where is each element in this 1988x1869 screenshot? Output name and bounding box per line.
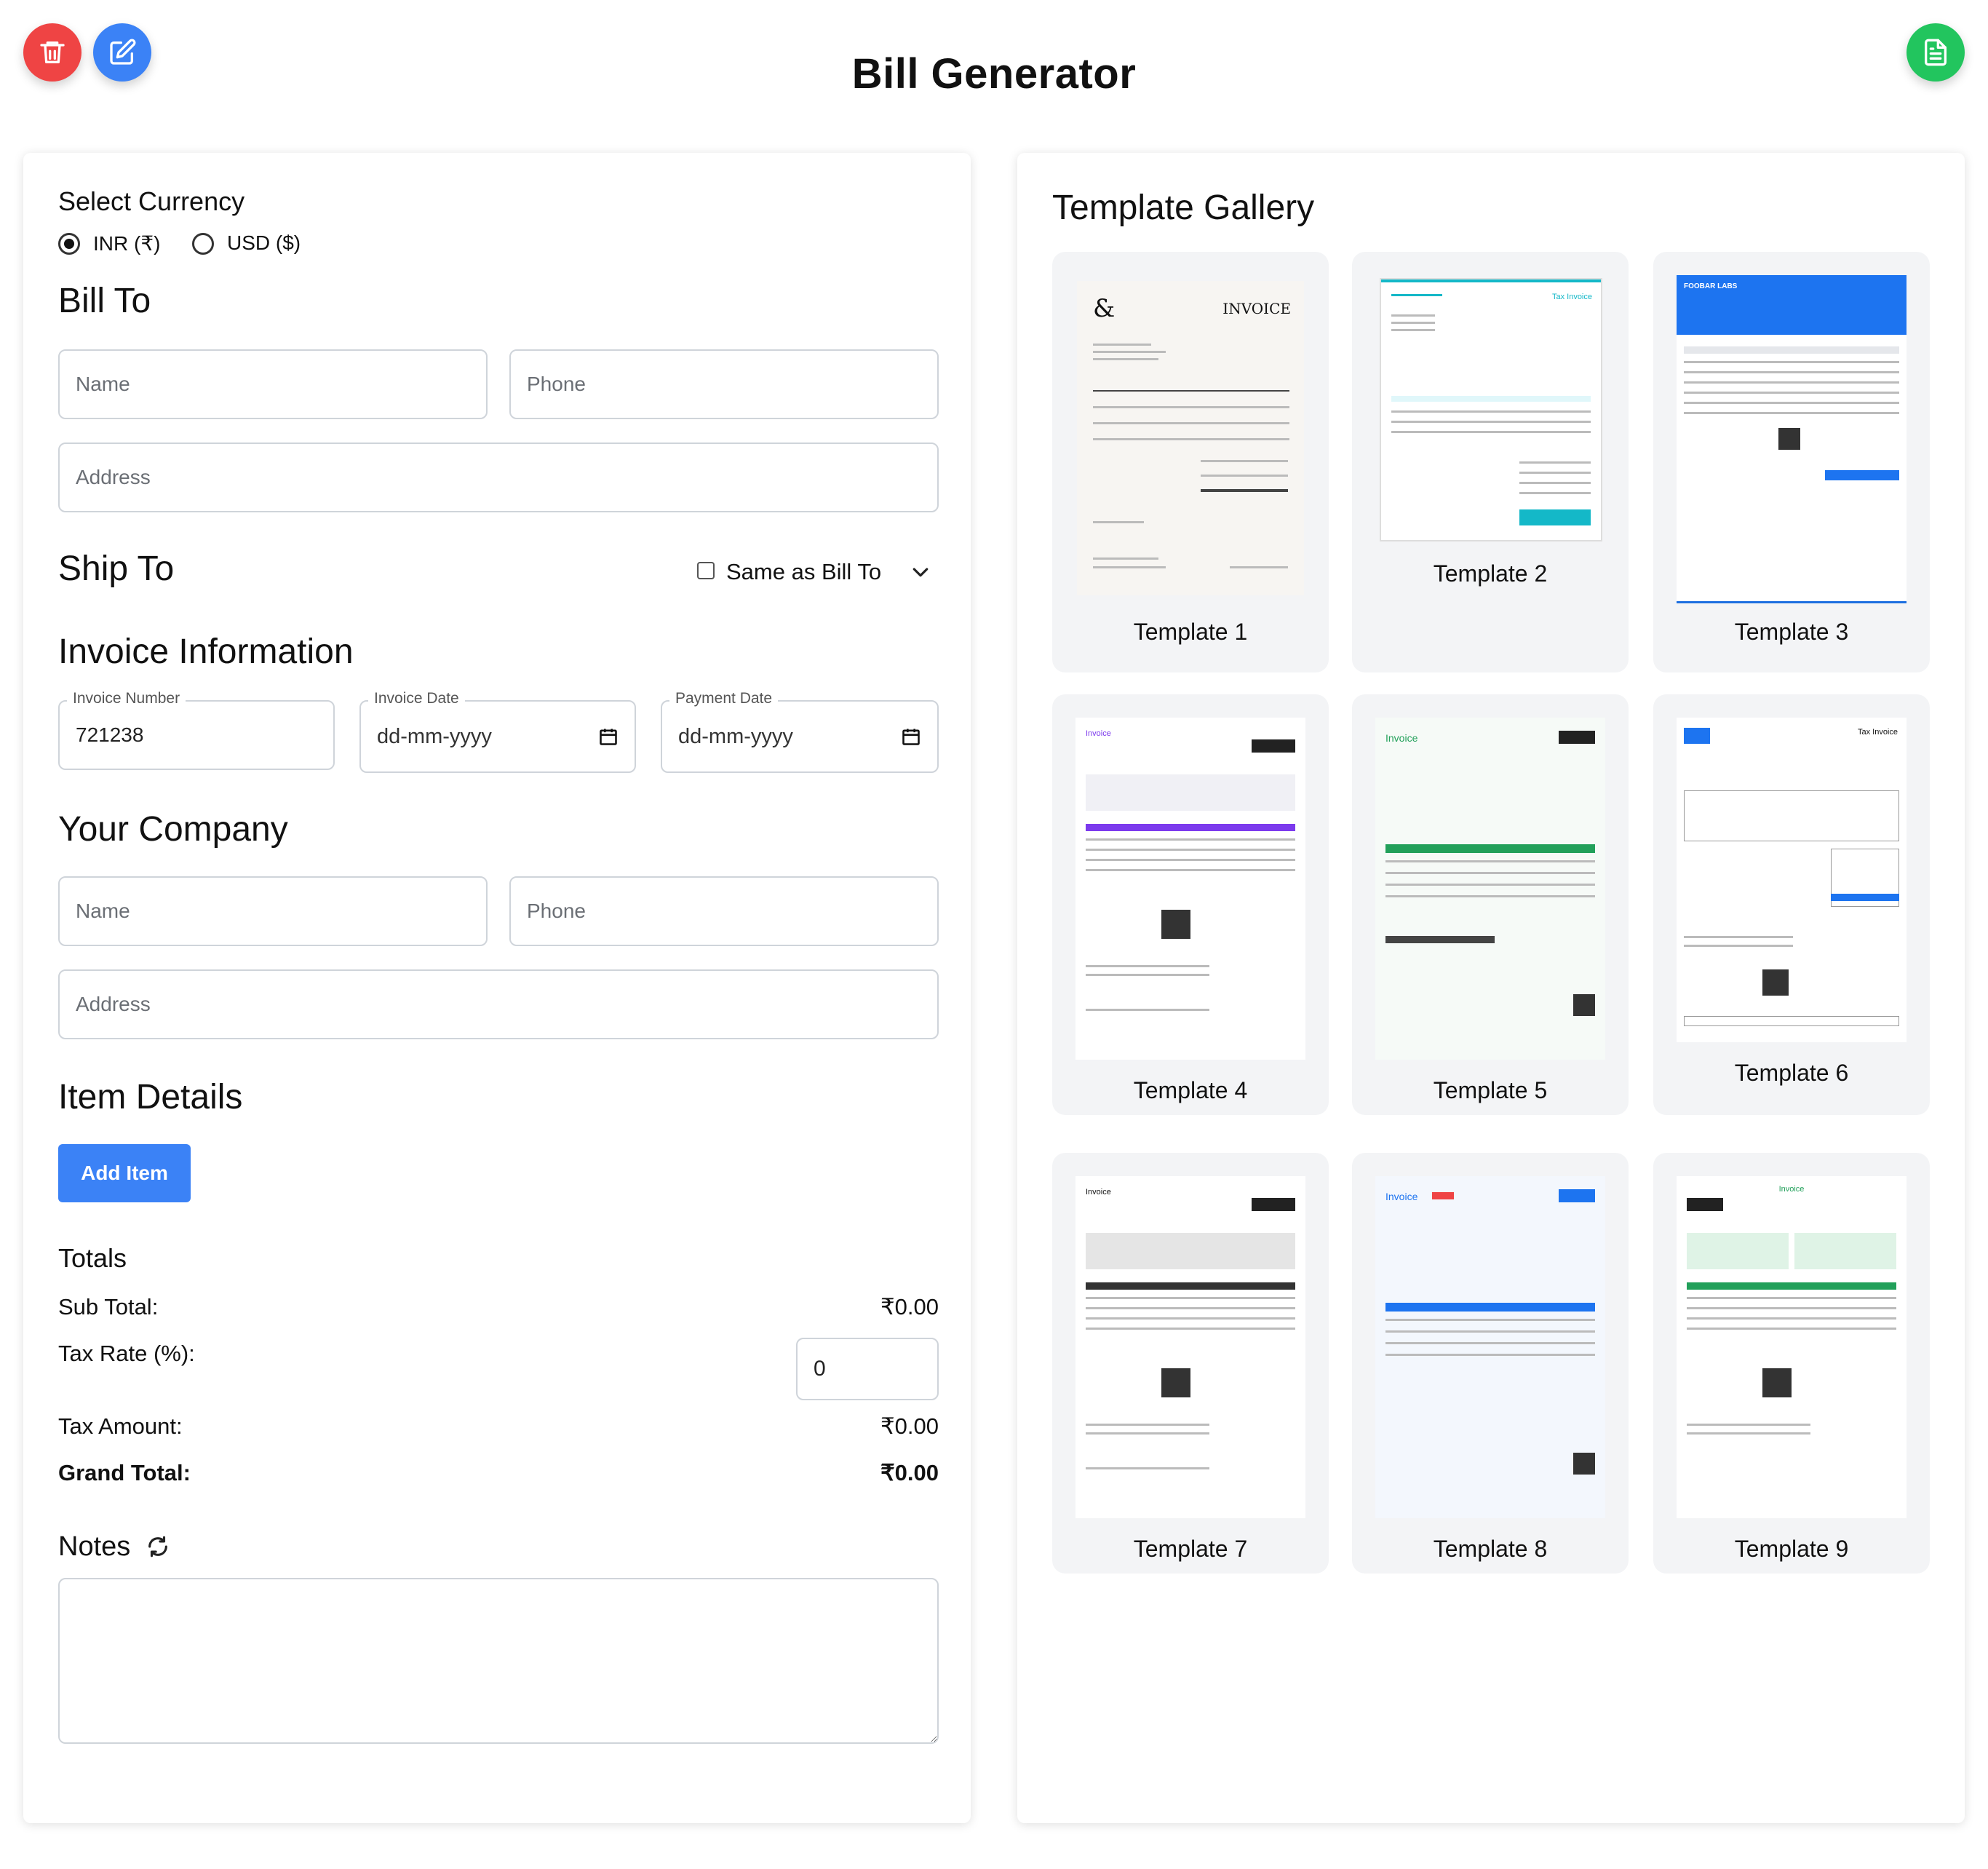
template-thumbnail: Invoice <box>1075 1176 1305 1518</box>
page-title: Bill Generator <box>851 50 1137 98</box>
thumb-title: Invoice <box>1086 1188 1111 1197</box>
template-label: Template 4 <box>1133 1077 1248 1103</box>
ampersand-logo: & <box>1093 294 1116 323</box>
template-card-6[interactable]: Tax Invoice Template 6 <box>1653 694 1930 1115</box>
tax-amount-label: Tax Amount: <box>58 1413 183 1439</box>
payment-date-label: Payment Date <box>669 690 779 707</box>
invoice-info-heading: Invoice Information <box>58 632 354 671</box>
thumb-title: Tax Invoice <box>1857 728 1898 737</box>
subtotal-label: Sub Total: <box>58 1294 159 1320</box>
thumb-title: Invoice <box>1086 729 1111 738</box>
thumb-title: INVOICE <box>1222 300 1291 317</box>
template-thumbnail: Tax Invoice <box>1380 278 1602 541</box>
currency-usd-radio[interactable] <box>192 233 214 255</box>
currency-inr-radio[interactable] <box>58 233 80 255</box>
template-card-5[interactable]: Invoice Template 5 <box>1352 694 1629 1115</box>
item-details-heading: Item Details <box>58 1078 243 1116</box>
bill-to-phone-input[interactable] <box>509 349 939 419</box>
bill-to-name-input[interactable] <box>58 349 488 419</box>
template-card-9[interactable]: Invoice Template 9 <box>1653 1153 1930 1574</box>
add-item-button[interactable]: Add Item <box>58 1144 191 1202</box>
template-card-4[interactable]: Invoice Template 4 <box>1052 694 1329 1115</box>
bill-to-address-input[interactable] <box>58 443 939 512</box>
template-label: Template 5 <box>1433 1077 1548 1103</box>
thumb-title: Tax Invoice <box>1551 293 1592 301</box>
template-thumbnail: Invoice <box>1677 1176 1907 1518</box>
template-thumbnail: FOOBAR LABS <box>1677 275 1907 603</box>
invoice-date-label: Invoice Date <box>368 690 465 707</box>
template-label: Template 1 <box>1133 619 1248 645</box>
company-address-input[interactable] <box>58 969 939 1039</box>
template-thumbnail: Invoice <box>1375 1176 1605 1518</box>
grand-total-label: Grand Total: <box>58 1460 191 1485</box>
template-card-2[interactable]: Tax Invoice Template 2 <box>1352 252 1629 672</box>
tax-rate-input[interactable]: 0 <box>796 1338 939 1400</box>
payment-date-input[interactable]: dd-mm-yyyy <box>661 700 939 773</box>
template-card-8[interactable]: Invoice Template 8 <box>1352 1153 1629 1574</box>
thumb-title: FOOBAR LABS <box>1684 282 1738 290</box>
thumb-title: Invoice <box>1385 1191 1418 1202</box>
gallery-heading: Template Gallery <box>1052 189 1315 227</box>
grand-total-value: ₹0.00 <box>880 1460 939 1485</box>
invoice-number-input[interactable]: 721238 <box>58 700 335 770</box>
totals-heading: Totals <box>58 1243 127 1273</box>
template-label: Template 7 <box>1133 1536 1248 1562</box>
template-label: Template 3 <box>1734 619 1849 645</box>
template-label: Template 9 <box>1734 1536 1849 1562</box>
template-thumbnail: & INVOICE <box>1077 281 1304 595</box>
template-thumbnail: Invoice <box>1375 718 1605 1060</box>
invoice-date-value: dd-mm-yyyy <box>377 724 492 748</box>
tax-amount-value: ₹0.00 <box>880 1413 939 1439</box>
bill-to-heading: Bill To <box>58 282 151 320</box>
invoice-date-input[interactable]: dd-mm-yyyy <box>359 700 636 773</box>
currency-usd-label: USD ($) <box>227 231 301 254</box>
calendar-icon[interactable] <box>901 726 921 747</box>
template-card-7[interactable]: Invoice Template 7 <box>1052 1153 1329 1574</box>
calendar-icon[interactable] <box>598 726 619 747</box>
refresh-icon[interactable] <box>146 1534 170 1559</box>
template-label: Template 8 <box>1433 1536 1548 1562</box>
subtotal-value: ₹0.00 <box>880 1294 939 1320</box>
thumb-title: Invoice <box>1778 1185 1805 1194</box>
template-label: Template 6 <box>1734 1060 1849 1086</box>
template-thumbnail: Tax Invoice <box>1677 718 1907 1042</box>
currency-inr-label: INR (₹) <box>93 232 161 255</box>
same-as-bill-to-label: Same as Bill To <box>726 559 882 584</box>
thumb-title: Invoice <box>1385 732 1418 744</box>
notes-heading: Notes <box>58 1531 131 1562</box>
same-as-bill-to-checkbox[interactable] <box>697 562 715 579</box>
template-card-1[interactable]: & INVOICE Template 1 <box>1052 252 1329 672</box>
company-phone-input[interactable] <box>509 876 939 946</box>
company-name-input[interactable] <box>58 876 488 946</box>
payment-date-value: dd-mm-yyyy <box>678 724 793 748</box>
template-thumbnail: Invoice <box>1075 718 1305 1060</box>
ship-to-heading: Ship To <box>58 549 175 588</box>
template-card-3[interactable]: FOOBAR LABS Template 3 <box>1653 252 1930 672</box>
tax-rate-label: Tax Rate (%): <box>58 1341 195 1366</box>
chevron-down-icon[interactable] <box>910 562 931 579</box>
form-panel: Select Currency INR (₹) USD ($) Bill To … <box>23 153 971 1823</box>
currency-heading: Select Currency <box>58 186 245 216</box>
template-label: Template 2 <box>1433 560 1548 587</box>
gallery-panel: Template Gallery & INVOICE Template 1 Ta… <box>1017 153 1965 1823</box>
your-company-heading: Your Company <box>58 810 288 849</box>
notes-textarea[interactable] <box>58 1578 939 1744</box>
invoice-number-label: Invoice Number <box>67 690 186 707</box>
